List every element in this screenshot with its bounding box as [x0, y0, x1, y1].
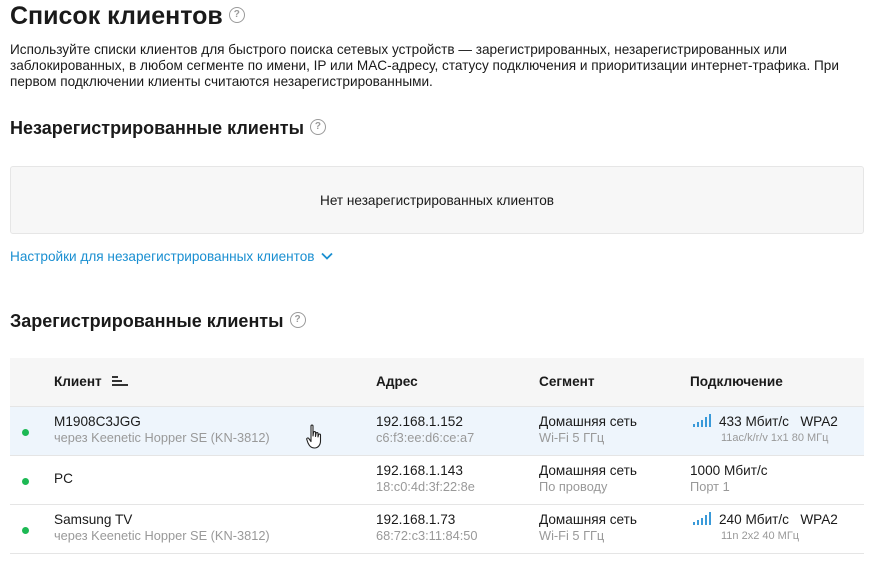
client-cell: M1908C3JGG через Keenetic Hopper SE (KN-…: [54, 414, 270, 445]
address-cell: 192.168.1.73 68:72:c3:11:84:50: [376, 512, 478, 543]
wifi-signal-icon: [693, 414, 711, 428]
client-mac: c6:f3:ee:d6:ce:a7: [376, 430, 475, 445]
unregistered-settings-link[interactable]: Настройки для незарегистрированных клиен…: [10, 249, 333, 264]
client-via: через Keenetic Hopper SE (KN-3812): [54, 528, 270, 543]
chevron-down-icon: [320, 253, 333, 261]
client-segment: Домашняя сеть: [539, 512, 637, 527]
registered-title-text: Зарегистрированные клиенты: [10, 311, 284, 331]
connection-detail: Порт 1: [690, 479, 730, 494]
page-title: Список клиентов?: [10, 2, 245, 31]
table-row[interactable]: PC 192.168.1.143 18:c0:4d:3f:22:8e Домаш…: [10, 456, 864, 505]
column-client-label: Клиент: [54, 374, 102, 389]
connection-detail: 11n 2x2 40 МГц: [721, 530, 800, 543]
connection-speed: 1000 Мбит/с: [690, 463, 768, 478]
connection-security: WPA2: [800, 414, 838, 429]
column-segment[interactable]: Сегмент: [539, 374, 595, 389]
connection-detail: 11ac/k/r/v 1x1 80 МГц: [721, 432, 829, 445]
connection-cell: 433 Мбит/с WPA2 11ac/k/r/v 1x1 80 МГц: [693, 414, 838, 444]
unregistered-empty-state: Нет незарегистрированных клиентов: [10, 166, 864, 234]
column-connection[interactable]: Подключение: [690, 374, 783, 389]
connection-security: WPA2: [800, 512, 838, 527]
table-row[interactable]: M1908C3JGG через Keenetic Hopper SE (KN-…: [10, 407, 864, 456]
table-row[interactable]: Samsung TV через Keenetic Hopper SE (KN-…: [10, 505, 864, 554]
client-name[interactable]: PC: [54, 471, 73, 486]
client-via: через Keenetic Hopper SE (KN-3812): [54, 430, 270, 445]
client-segment: Домашняя сеть: [539, 414, 637, 429]
help-icon[interactable]: ?: [289, 312, 306, 329]
page-title-text: Список клиентов: [10, 2, 223, 30]
column-client[interactable]: Клиент: [54, 374, 128, 389]
wifi-signal-icon: [693, 512, 711, 526]
client-mac: 68:72:c3:11:84:50: [376, 528, 478, 543]
address-cell: 192.168.1.143 18:c0:4d:3f:22:8e: [376, 463, 475, 494]
online-status-icon: [22, 478, 29, 485]
client-medium: По проводу: [539, 479, 608, 494]
connection-cell: 240 Мбит/с WPA2 11n 2x2 40 МГц: [693, 512, 838, 542]
client-mac: 18:c0:4d:3f:22:8e: [376, 479, 475, 494]
address-cell: 192.168.1.152 c6:f3:ee:d6:ce:a7: [376, 414, 474, 445]
table-header: Клиент Адрес Сегмент Подключение: [10, 358, 864, 407]
column-address[interactable]: Адрес: [376, 374, 418, 389]
client-ip: 192.168.1.143: [376, 463, 463, 478]
help-icon[interactable]: ?: [228, 7, 245, 24]
client-ip: 192.168.1.152: [376, 414, 463, 429]
client-cell: Samsung TV через Keenetic Hopper SE (KN-…: [54, 512, 270, 543]
segment-cell: Домашняя сеть Wi-Fi 5 ГГц: [539, 512, 637, 543]
empty-state-text: Нет незарегистрированных клиентов: [320, 192, 554, 208]
online-status-icon: [22, 429, 29, 436]
client-medium: Wi-Fi 5 ГГц: [539, 430, 605, 445]
client-medium: Wi-Fi 5 ГГц: [539, 528, 605, 543]
client-ip: 192.168.1.73: [376, 512, 456, 527]
client-segment: Домашняя сеть: [539, 463, 637, 478]
registered-section-title: Зарегистрированные клиенты?: [10, 311, 306, 332]
sort-icon[interactable]: [111, 375, 128, 387]
page-description: Используйте списки клиентов для быстрого…: [10, 42, 839, 89]
segment-cell: Домашняя сеть Wi-Fi 5 ГГц: [539, 414, 637, 445]
client-cell: PC: [54, 471, 73, 486]
connection-cell: 1000 Мбит/с Порт 1: [690, 463, 768, 494]
client-name[interactable]: M1908C3JGG: [54, 414, 270, 429]
registered-clients-table: Клиент Адрес Сегмент Подключение M1908C3…: [10, 358, 864, 554]
unregistered-section-title: Незарегистрированные клиенты?: [10, 118, 326, 139]
connection-speed: 433 Мбит/с: [719, 414, 789, 429]
connection-speed: 240 Мбит/с: [719, 512, 789, 527]
unregistered-title-text: Незарегистрированные клиенты: [10, 118, 304, 138]
settings-link-label: Настройки для незарегистрированных клиен…: [10, 249, 315, 264]
online-status-icon: [22, 527, 29, 534]
hand-cursor-icon: [306, 424, 322, 449]
help-icon[interactable]: ?: [309, 119, 326, 136]
segment-cell: Домашняя сеть По проводу: [539, 463, 637, 494]
client-name[interactable]: Samsung TV: [54, 512, 270, 527]
